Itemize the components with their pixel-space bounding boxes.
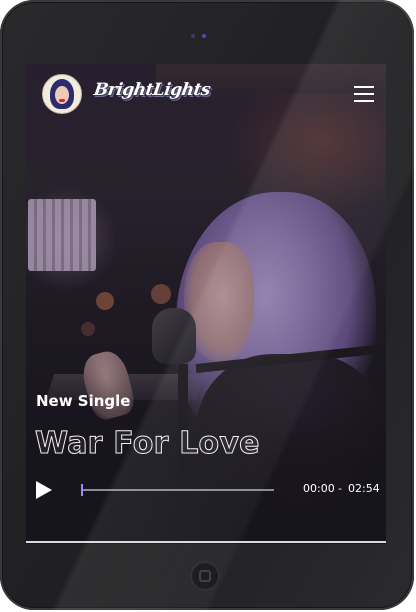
play-icon[interactable] — [36, 481, 52, 499]
camera-icon — [191, 34, 207, 38]
home-button[interactable] — [190, 561, 220, 591]
time-separator: - — [338, 482, 342, 495]
hamburger-menu-icon[interactable] — [354, 86, 374, 102]
app-screen: BrightLights New Single War For Love 00:… — [26, 64, 386, 544]
seek-bar[interactable] — [81, 484, 274, 496]
seek-handle[interactable] — [81, 484, 83, 496]
brand-avatar[interactable] — [42, 74, 82, 114]
bottom-divider — [26, 541, 386, 543]
site-header: BrightLights — [26, 64, 386, 124]
tablet-frame: BrightLights New Single War For Love 00:… — [0, 0, 414, 610]
audio-player: 00:00 - 02:54 — [26, 476, 386, 504]
duration: 02:54 — [348, 482, 380, 495]
hero-image — [26, 64, 386, 544]
hero-kicker: New Single — [36, 392, 131, 410]
song-title: War For Love — [35, 426, 260, 462]
brand-logo[interactable]: BrightLights — [93, 80, 212, 100]
current-time: 00:00 — [303, 482, 335, 495]
